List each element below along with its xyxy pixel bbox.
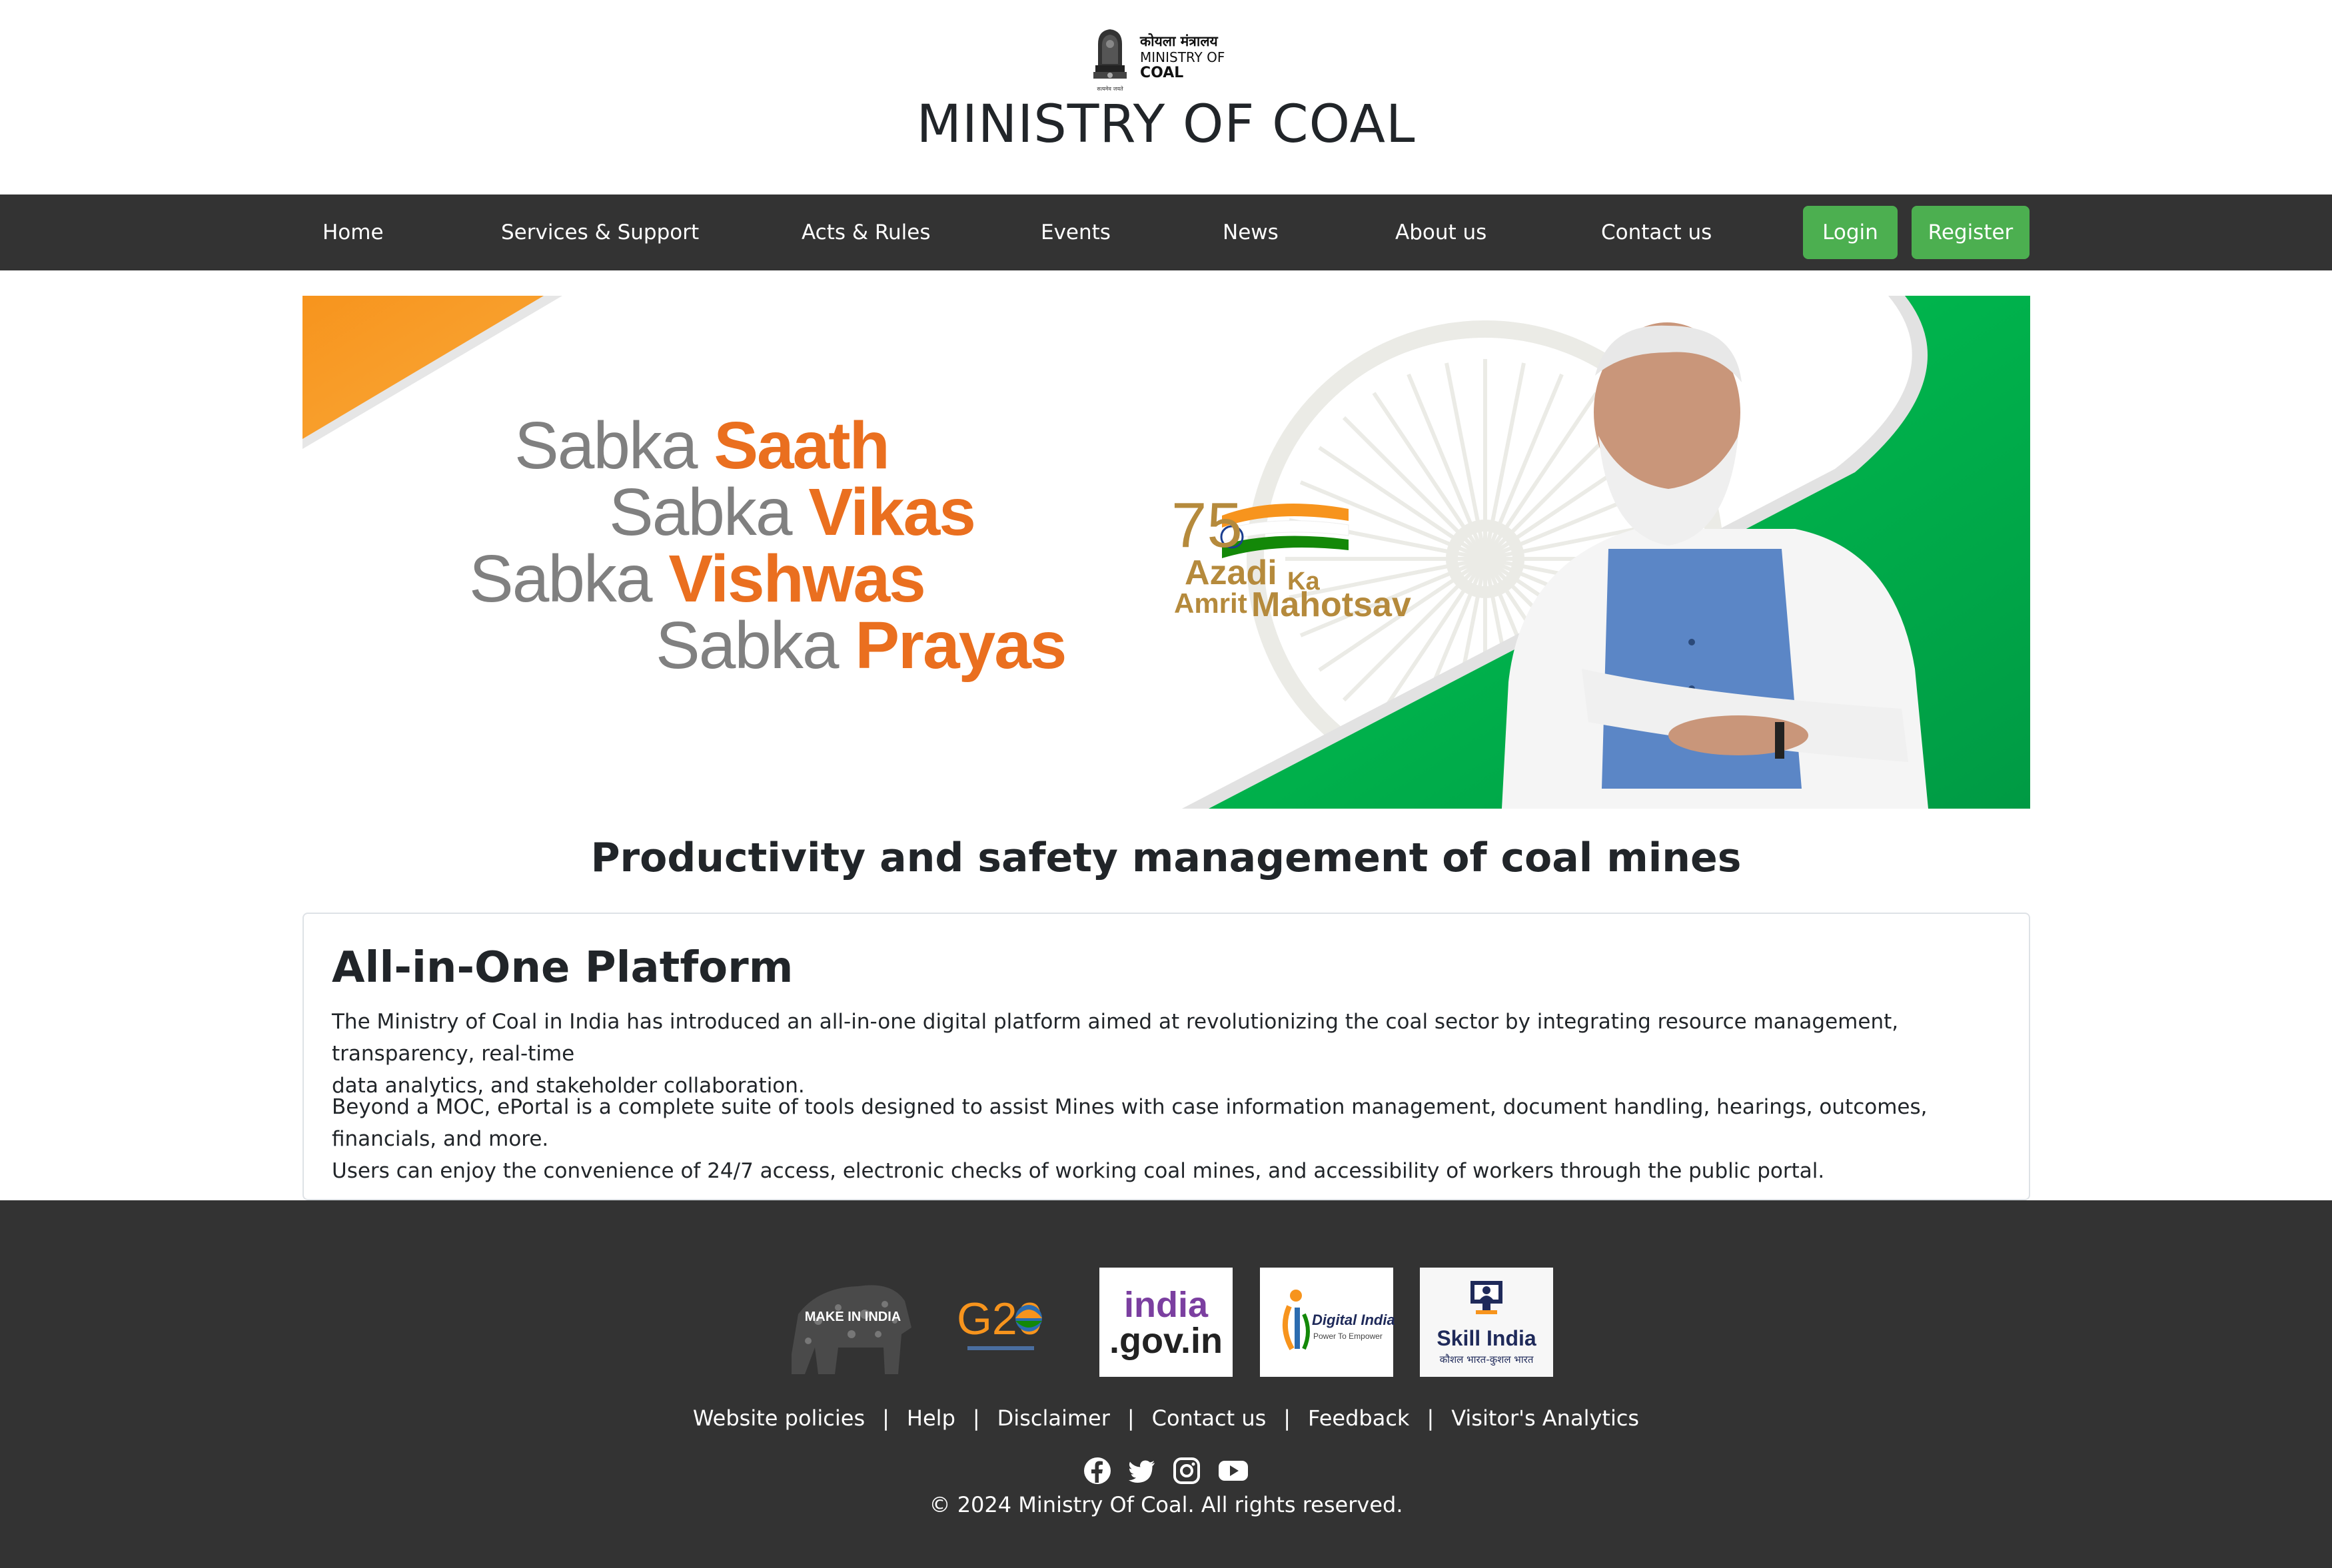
- card-paragraph-2: Beyond a MOC, ePortal is a complete suit…: [332, 1091, 1998, 1187]
- nav-home-link[interactable]: Home: [322, 195, 384, 270]
- slogan-line-4: Sabka Prayas: [656, 607, 1067, 684]
- make-in-india-lion-icon: MAKE IN INDIA: [792, 1285, 911, 1374]
- india-gov-text-line1: india: [1123, 1285, 1208, 1325]
- skill-india-text-line2: कौशल भारत-कुशल भारत: [1439, 1354, 1534, 1366]
- youtube-icon[interactable]: [1217, 1456, 1249, 1485]
- emblem-text-line1: MINISTRY OF: [1140, 49, 1225, 65]
- emblem-text-hindi: कोयला मंत्रालय: [1140, 33, 1218, 49]
- nav-contact-us-link[interactable]: Contact us: [1601, 195, 1712, 270]
- footer-links: Website policies | Help | Disclaimer | Contact…: [0, 1405, 2332, 1431]
- section-title: Productivity and safety management of co…: [590, 835, 1742, 881]
- twitter-icon[interactable]: [1127, 1456, 1157, 1485]
- footer-link-help[interactable]: Help: [907, 1405, 955, 1431]
- india-gov-logo[interactable]: india .gov.in: [1099, 1268, 1233, 1377]
- slogan-prefix: Sabka: [609, 475, 793, 550]
- emblem-text: कोयला मंत्रालय MINISTRY OF COAL: [1140, 33, 1225, 81]
- site-header: सत्यमेव जयते कोयला मंत्रालय MINISTRY OF …: [0, 0, 2332, 195]
- facebook-icon[interactable]: [1083, 1456, 1112, 1485]
- nav-acts-rules-link[interactable]: Acts & Rules: [802, 195, 931, 270]
- hero-banner: Sabka Saath Sabka Vikas Sabka Vishwas Sa…: [302, 296, 2030, 809]
- ministry-emblem-logo[interactable]: सत्यमेव जयते कोयला मंत्रालय MINISTRY OF …: [1090, 24, 1230, 97]
- digital-india-text-line2: Power To Empower: [1313, 1332, 1383, 1341]
- login-button[interactable]: Login: [1803, 206, 1898, 259]
- site-title: MINISTRY OF COAL: [916, 95, 1416, 155]
- nav-events-link[interactable]: Events: [1041, 195, 1111, 270]
- emblem-caption: सत्यमेव जयते: [1097, 85, 1123, 92]
- footer-separator: |: [1427, 1405, 1435, 1431]
- slogan-line-1: Sabka Saath: [514, 408, 890, 484]
- slogan-line-2: Sabka Vikas: [609, 474, 976, 551]
- footer-link-contact-us[interactable]: Contact us: [1152, 1405, 1267, 1431]
- digital-india-text-line1: Digital India: [1312, 1312, 1395, 1328]
- platform-info-card: All-in-One Platform The Ministry of Coal…: [302, 913, 2030, 1200]
- nav-news-link[interactable]: News: [1223, 195, 1279, 270]
- nav-services-support-link[interactable]: Services & Support: [501, 195, 699, 270]
- g20-logo[interactable]: G20: [954, 1268, 1049, 1377]
- footer-separator: |: [1283, 1405, 1291, 1431]
- emblem-text-line2: COAL: [1140, 65, 1184, 81]
- copyright-text: © 2024 Ministry Of Coal. All rights rese…: [929, 1492, 1403, 1517]
- akam-mahotsav: Mahotsav: [1251, 586, 1411, 624]
- card-paragraph-1-line-1: The Ministry of Coal in India has introd…: [332, 1010, 1899, 1066]
- slogan-emphasis: Saath: [714, 408, 889, 483]
- india-gov-text-line2: .gov.in: [1109, 1321, 1223, 1361]
- card-paragraph-2-line-2: Users can enjoy the convenience of 24/7 …: [332, 1159, 1825, 1183]
- slogan-emphasis: Vishwas: [668, 542, 925, 616]
- slogan-emphasis: Prayas: [855, 608, 1067, 683]
- digital-india-i-icon: [1282, 1290, 1310, 1350]
- card-paragraph-1: The Ministry of Coal in India has introd…: [332, 1006, 1998, 1102]
- slogan-prefix: Sabka: [656, 608, 840, 683]
- footer-separator: |: [882, 1405, 889, 1431]
- footer-separator: |: [972, 1405, 980, 1431]
- ashoka-emblem-icon: सत्यमेव जयते: [1093, 29, 1127, 92]
- register-button[interactable]: Register: [1912, 206, 2030, 259]
- slogan-prefix: Sabka: [469, 542, 653, 616]
- skill-india-text-line1: Skill India: [1437, 1326, 1536, 1350]
- nav-about-us-link[interactable]: About us: [1395, 195, 1486, 270]
- footer-link-feedback[interactable]: Feedback: [1308, 1405, 1409, 1431]
- card-paragraph-2-line-1: Beyond a MOC, ePortal is a complete suit…: [332, 1095, 1928, 1151]
- g20-icon: G20: [957, 1294, 1043, 1350]
- slogan-emphasis: Vikas: [808, 475, 976, 550]
- digital-india-logo[interactable]: Digital India Power To Empower: [1260, 1268, 1395, 1377]
- footer-link-disclaimer[interactable]: Disclaimer: [997, 1405, 1110, 1431]
- azadi-ka-amrit-mahotsav-logo: 75 Azadi Ka Amrit Mahotsav: [1169, 489, 1435, 624]
- footer-link-website-policies[interactable]: Website policies: [693, 1405, 865, 1431]
- make-in-india-text: MAKE IN INDIA: [805, 1310, 901, 1324]
- footer-link-visitors-analytics[interactable]: Visitor's Analytics: [1451, 1405, 1639, 1431]
- skill-india-person-icon: [1470, 1281, 1502, 1314]
- instagram-icon[interactable]: [1172, 1456, 1201, 1485]
- page-root: सत्यमेव जयते कोयला मंत्रालय MINISTRY OF …: [0, 0, 2332, 1568]
- akam-amrit: Amrit: [1174, 588, 1247, 619]
- person-portrait-image: [1502, 322, 1928, 809]
- card-title: All-in-One Platform: [332, 943, 794, 992]
- skill-india-logo[interactable]: Skill India कौशल भारत-कुशल भारत: [1420, 1268, 1553, 1377]
- make-in-india-logo[interactable]: MAKE IN INDIA: [778, 1268, 914, 1377]
- slogan-prefix: Sabka: [514, 408, 698, 483]
- akam-number: 75: [1171, 490, 1243, 561]
- slogan-line-3: Sabka Vishwas: [469, 541, 926, 617]
- footer-separator: |: [1127, 1405, 1135, 1431]
